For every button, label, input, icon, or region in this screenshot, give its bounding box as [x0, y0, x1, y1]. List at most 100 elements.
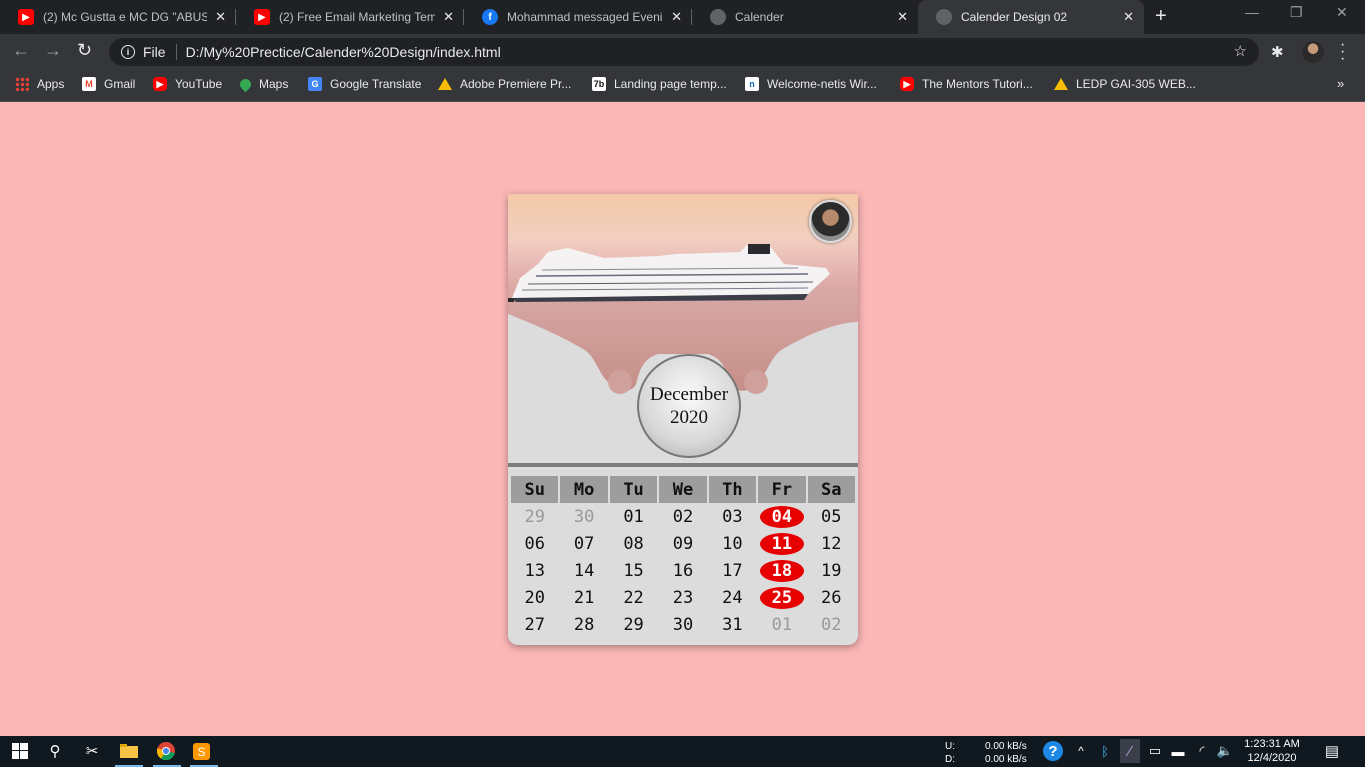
- day-cell[interactable]: 01: [609, 503, 658, 530]
- bookmark-apps[interactable]: Apps: [15, 77, 64, 91]
- day-cell-outside-month[interactable]: 29: [510, 503, 559, 530]
- translate-icon: G: [308, 77, 322, 91]
- help-icon[interactable]: ?: [1043, 741, 1063, 761]
- extensions-puzzle-icon[interactable]: ✱: [1271, 43, 1284, 61]
- day-cell[interactable]: 19: [807, 557, 856, 584]
- day-cell[interactable]: 31: [708, 611, 757, 638]
- weekday-header: Su: [511, 476, 559, 503]
- net-up-label: U:: [945, 741, 955, 752]
- maps-pin-icon: [237, 76, 254, 92]
- restore-button[interactable]: ❐: [1290, 4, 1303, 21]
- calendar-divider: [508, 463, 858, 467]
- day-cell[interactable]: 03: [708, 503, 757, 530]
- tab-calender-design-02[interactable]: Calender Design 02 ✕: [918, 0, 1144, 34]
- day-cell-highlighted[interactable]: 25: [757, 584, 806, 611]
- tab-email-templates[interactable]: ▶ (2) Free Email Marketing Templates ✕: [236, 0, 464, 34]
- day-cell[interactable]: 23: [658, 584, 707, 611]
- minimize-button[interactable]: —: [1245, 4, 1259, 20]
- day-cell-highlighted[interactable]: 11: [757, 530, 806, 557]
- bookmark-netis[interactable]: n Welcome-netis Wir...: [745, 77, 877, 91]
- close-icon[interactable]: ✕: [671, 9, 682, 25]
- wifi-icon[interactable]: ◜: [1192, 741, 1212, 761]
- bookmarks-overflow-icon[interactable]: »: [1337, 76, 1344, 91]
- url-text[interactable]: D:/My%20Prectice/Calender%20Design/index…: [186, 44, 501, 60]
- meet-now-icon[interactable]: ▭: [1145, 741, 1165, 761]
- tab-calender[interactable]: Calender ✕: [692, 0, 918, 34]
- day-number: 25: [759, 586, 805, 609]
- snipping-tool-icon[interactable]: ✂: [82, 741, 102, 761]
- chrome-icon[interactable]: [156, 741, 176, 761]
- day-cell[interactable]: 17: [708, 557, 757, 584]
- day-cell[interactable]: 27: [510, 611, 559, 638]
- bluetooth-icon[interactable]: ᛒ: [1095, 741, 1115, 761]
- day-number: 20: [524, 587, 545, 608]
- day-cell-outside-month[interactable]: 30: [559, 503, 608, 530]
- day-cell-outside-month[interactable]: 02: [807, 611, 856, 638]
- more-menu-icon[interactable]: · · ·: [1340, 37, 1345, 67]
- bookmark-ledp[interactable]: LEDP GAI-305 WEB...: [1054, 77, 1196, 91]
- bookmark-maps[interactable]: Maps: [237, 76, 288, 92]
- bookmark-star-icon[interactable]: ☆: [1234, 42, 1247, 60]
- bookmark-youtube[interactable]: ▶ YouTube: [153, 77, 222, 91]
- weekday-header: Mo: [560, 476, 608, 503]
- file-explorer-icon[interactable]: [119, 741, 139, 761]
- forward-button[interactable]: →: [44, 40, 62, 61]
- day-cell[interactable]: 28: [559, 611, 608, 638]
- day-cell[interactable]: 14: [559, 557, 608, 584]
- day-cell[interactable]: 15: [609, 557, 658, 584]
- bookmark-mentors[interactable]: ▶ The Mentors Tutori...: [900, 77, 1033, 91]
- profile-avatar[interactable]: [1302, 41, 1324, 63]
- day-cell[interactable]: 06: [510, 530, 559, 557]
- day-cell[interactable]: 05: [807, 503, 856, 530]
- tab-title: Calender: [735, 10, 784, 24]
- chevron-up-icon[interactable]: ^: [1071, 741, 1091, 761]
- day-cell[interactable]: 24: [708, 584, 757, 611]
- day-cell[interactable]: 21: [559, 584, 608, 611]
- info-icon[interactable]: i: [121, 45, 135, 59]
- pen-icon[interactable]: ∕: [1120, 739, 1140, 763]
- battery-icon[interactable]: ▬: [1168, 741, 1188, 761]
- back-button[interactable]: ←: [12, 40, 30, 61]
- system-clock[interactable]: 1:23:31 AM 12/4/2020: [1240, 737, 1304, 765]
- bookmark-landing-page[interactable]: 7b Landing page temp...: [592, 77, 727, 91]
- day-number: 13: [524, 560, 545, 581]
- day-cell[interactable]: 26: [807, 584, 856, 611]
- day-cell[interactable]: 12: [807, 530, 856, 557]
- close-icon[interactable]: ✕: [443, 9, 454, 25]
- bookmark-gmail[interactable]: M Gmail: [82, 77, 135, 91]
- bookmark-google-translate[interactable]: G Google Translate: [308, 77, 421, 91]
- volume-icon[interactable]: 🔈: [1215, 741, 1235, 761]
- bookmark-adobe-premiere[interactable]: Adobe Premiere Pr...: [438, 77, 571, 91]
- day-cell-highlighted[interactable]: 04: [757, 503, 806, 530]
- day-cell[interactable]: 30: [658, 611, 707, 638]
- day-cell[interactable]: 10: [708, 530, 757, 557]
- address-bar[interactable]: i File D:/My%20Prectice/Calender%20Desig…: [109, 38, 1259, 66]
- day-number: 29: [524, 506, 545, 527]
- day-cell[interactable]: 16: [658, 557, 707, 584]
- day-number: 05: [821, 506, 842, 527]
- day-cell[interactable]: 29: [609, 611, 658, 638]
- close-icon[interactable]: ✕: [1123, 9, 1134, 25]
- day-cell[interactable]: 09: [658, 530, 707, 557]
- day-cell[interactable]: 22: [609, 584, 658, 611]
- day-cell-outside-month[interactable]: 01: [757, 611, 806, 638]
- week-row: 13 14 15 16 17 18 19: [510, 557, 856, 584]
- day-cell[interactable]: 20: [510, 584, 559, 611]
- search-icon[interactable]: ⚲: [45, 741, 65, 761]
- close-icon[interactable]: ✕: [897, 9, 908, 25]
- day-cell-highlighted[interactable]: 18: [757, 557, 806, 584]
- new-tab-button[interactable]: +: [1155, 5, 1167, 28]
- sublime-text-icon[interactable]: S: [193, 743, 210, 760]
- reload-button[interactable]: ↻: [77, 40, 92, 61]
- user-avatar[interactable]: [809, 200, 852, 243]
- tab-mc-gustta[interactable]: ▶ (2) Mc Gustta e MC DG "ABUSA" ✕: [0, 0, 236, 34]
- window-close-button[interactable]: ✕: [1336, 4, 1348, 21]
- close-icon[interactable]: ✕: [215, 9, 226, 25]
- day-cell[interactable]: 13: [510, 557, 559, 584]
- day-cell[interactable]: 08: [609, 530, 658, 557]
- tab-facebook[interactable]: f Mohammad messaged Evening ✕: [464, 0, 692, 34]
- day-cell[interactable]: 02: [658, 503, 707, 530]
- windows-start-icon[interactable]: [10, 741, 30, 761]
- notifications-icon[interactable]: ▤: [1322, 741, 1342, 761]
- day-cell[interactable]: 07: [559, 530, 608, 557]
